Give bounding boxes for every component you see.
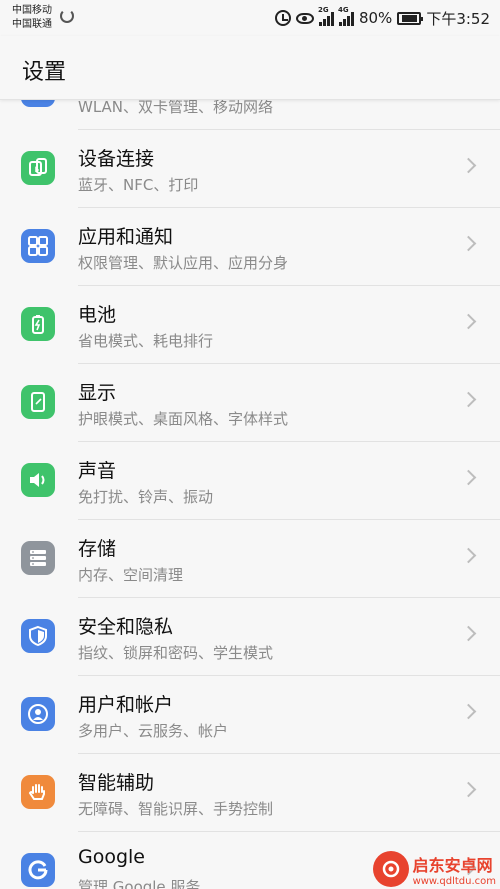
list-item[interactable]: 用户和帐户多用户、云服务、帐户 — [0, 676, 500, 754]
list-item-subtitle: 蓝牙、NFC、打印 — [78, 176, 199, 194]
list-item-title: 声音 — [78, 460, 117, 482]
chevron-right-icon — [460, 313, 477, 330]
chevron-right-icon — [460, 469, 477, 486]
list-item-subtitle: 免打扰、铃声、振动 — [78, 488, 214, 506]
hand-icon — [21, 775, 55, 809]
network-type-2-label: 4G — [337, 5, 349, 14]
list-item[interactable]: 智能辅助无障碍、智能识屏、手势控制 — [0, 754, 500, 832]
chevron-right-icon — [460, 547, 477, 564]
list-item-title: 设备连接 — [78, 148, 155, 170]
chevron-right-icon — [460, 235, 477, 252]
list-item-title: 存储 — [78, 538, 117, 560]
list-item[interactable]: 声音免打扰、铃声、振动 — [0, 442, 500, 520]
chevron-right-icon — [460, 625, 477, 642]
status-icons: 2G 4G 80% 下午3:52 — [274, 6, 490, 28]
app-header: 设置 — [0, 36, 500, 100]
list-item-subtitle: 权限管理、默认应用、应用分身 — [78, 254, 289, 272]
signal-icon: 2G — [318, 6, 334, 26]
speaker-icon — [21, 463, 55, 497]
list-item-title: 安全和隐私 — [78, 616, 174, 638]
list-item[interactable]: 设备连接蓝牙、NFC、打印 — [0, 130, 500, 208]
battery-status-icon — [397, 11, 424, 25]
list-item[interactable]: 应用和通知权限管理、默认应用、应用分身 — [0, 208, 500, 286]
clock: 下午3:52 — [426, 9, 490, 28]
list-item-title: 智能辅助 — [78, 772, 155, 794]
list-item[interactable]: 安全和隐私指纹、锁屏和密码、学生模式 — [0, 598, 500, 676]
alarm-icon — [274, 10, 291, 26]
chevron-right-icon — [460, 157, 477, 174]
network-type-1-label: 2G — [317, 5, 329, 14]
storage-icon — [21, 541, 55, 575]
list-item-subtitle: 内存、空间清理 — [78, 566, 184, 584]
list-item-title: 显示 — [78, 382, 117, 404]
display-icon — [21, 385, 55, 419]
shield-icon — [21, 619, 55, 653]
loading-icon — [60, 9, 74, 23]
list-item-title: Google — [78, 846, 146, 868]
watermark-logo-icon — [372, 851, 409, 887]
battery-icon — [21, 307, 55, 341]
list-item[interactable]: 显示护眼模式、桌面风格、字体样式 — [0, 364, 500, 442]
watermark: 启东安卓网 www.qdltdu.com — [372, 851, 496, 887]
list-item-subtitle: 省电模式、耗电排行 — [78, 332, 214, 350]
list-item-subtitle: 护眼模式、桌面风格、字体样式 — [78, 410, 289, 428]
google-icon — [21, 853, 55, 887]
page-title: 设置 — [22, 60, 67, 85]
list-item-subtitle: 管理 Google 服务 — [78, 878, 201, 889]
apps-grid-icon — [21, 229, 55, 263]
settings-list: WLAN、双卡管理、移动网络 设备连接 蓝牙、NFC、打印 应用和通知 权限管理、默认应… — [0, 52, 500, 889]
list-item-title: 电池 — [78, 304, 117, 326]
watermark-title: 启东安卓网 — [412, 855, 493, 875]
battery-fill — [402, 14, 417, 22]
list-item-subtitle: 无障碍、智能识屏、手势控制 — [78, 800, 274, 818]
list-item-subtitle: 指纹、锁屏和密码、学生模式 — [78, 644, 274, 662]
status-bar: 中国移动 中国联通 2G 4G 80% 下午3:52 — [0, 0, 500, 36]
list-item-subtitle: 多用户、云服务、帐户 — [78, 722, 229, 740]
chevron-right-icon — [460, 703, 477, 720]
list-item-title: 应用和通知 — [78, 226, 174, 248]
list-item[interactable]: 电池省电模式、耗电排行 — [0, 286, 500, 364]
list-item-title: 用户和帐户 — [78, 694, 174, 716]
chevron-right-icon — [460, 391, 477, 408]
watermark-url: www.qdltdu.com — [412, 875, 496, 887]
carrier-1-label: 中国移动 — [12, 5, 52, 16]
eye-comfort-icon — [295, 12, 314, 24]
chevron-right-icon — [460, 781, 477, 798]
carrier-2-label: 中国联通 — [12, 19, 52, 30]
signal-icon: 4G — [338, 6, 354, 26]
battery-percent: 80% — [358, 9, 393, 27]
device-connection-icon — [21, 151, 55, 185]
user-icon — [21, 697, 55, 731]
list-item[interactable]: 存储 内存、空间清理 — [0, 520, 500, 598]
carrier-info: 中国移动 中国联通 — [12, 4, 52, 32]
